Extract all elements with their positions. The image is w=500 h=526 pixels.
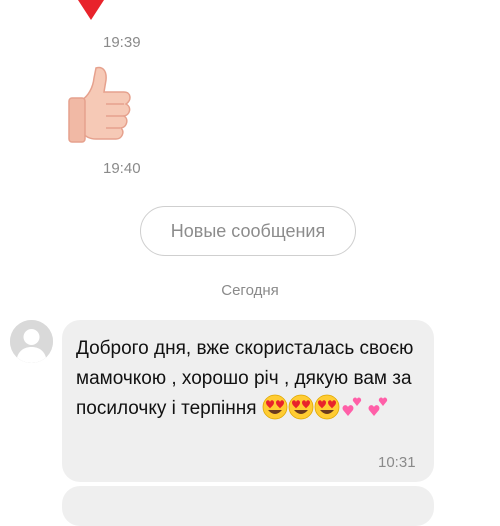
message-timestamp: 19:39 [103,34,141,51]
message-timestamp: 19:40 [103,160,141,177]
heart-sticker-icon [78,0,104,20]
avatar[interactable] [10,320,53,363]
person-icon [10,320,53,363]
new-messages-button[interactable]: Новые сообщения [140,206,356,256]
heart-eyes-icon [314,394,340,430]
heart-eyes-icon [262,394,288,430]
two-hearts-icon [366,394,392,430]
message-bubble[interactable] [62,486,434,526]
message-timestamp: 10:31 [378,454,416,471]
heart-eyes-icon [288,394,314,430]
thumbs-up-icon[interactable] [66,64,134,144]
message-text: Доброго дня, вже скористалась своєю мамо… [76,334,426,430]
date-separator: Сегодня [221,282,279,299]
two-hearts-icon [340,394,366,430]
